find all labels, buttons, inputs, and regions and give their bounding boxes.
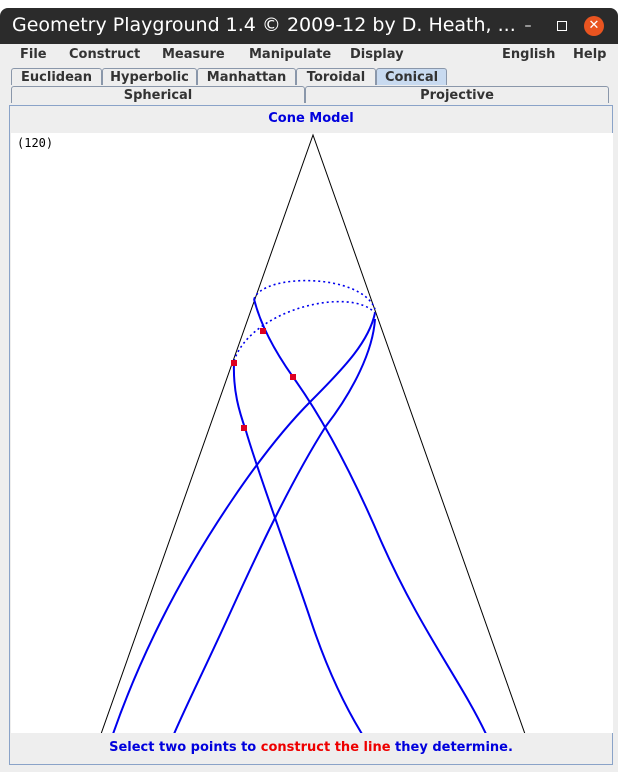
- tab-conical[interactable]: Conical: [376, 68, 447, 85]
- status-text-1: Select two points to: [109, 740, 261, 755]
- menu-english[interactable]: English: [502, 47, 555, 62]
- tab-toroidal[interactable]: Toroidal: [296, 68, 376, 85]
- status-text-2: they determine.: [390, 740, 513, 755]
- geometry-canvas[interactable]: (120): [11, 133, 613, 733]
- maximize-icon[interactable]: [552, 16, 572, 36]
- point[interactable]: [290, 374, 296, 380]
- line-curve-2[interactable]: [232, 362, 363, 733]
- menu-measure[interactable]: Measure: [162, 47, 225, 62]
- cone-model-panel: Cone Model (120) Select two points to co…: [9, 105, 613, 765]
- cone-rim-front-arc: [233, 300, 376, 362]
- point[interactable]: [260, 328, 266, 334]
- menu-display[interactable]: Display: [350, 47, 404, 62]
- status-text-highlight: construct the line: [260, 740, 391, 755]
- app-window: Geometry Playground 1.4 © 2009-12 by D. …: [0, 8, 618, 772]
- cone-drawing[interactable]: [11, 133, 613, 733]
- line-curve-4[interactable]: [173, 318, 376, 733]
- menu-help[interactable]: Help: [573, 47, 606, 62]
- menu-construct[interactable]: Construct: [69, 47, 140, 62]
- point[interactable]: [231, 360, 237, 366]
- menu-manipulate[interactable]: Manipulate: [249, 47, 331, 62]
- point[interactable]: [241, 425, 247, 431]
- tab-euclidean[interactable]: Euclidean: [11, 68, 102, 85]
- status-message: Select two points to construct the line …: [10, 734, 612, 762]
- line-curve-3[interactable]: [112, 312, 376, 733]
- panel-title: Cone Model: [268, 111, 354, 126]
- cone-outline: [100, 133, 526, 733]
- minimize-icon[interactable]: –: [518, 16, 538, 36]
- tab-spherical[interactable]: Spherical: [11, 86, 305, 103]
- tab-manhattan[interactable]: Manhattan: [197, 68, 296, 85]
- window-title: Geometry Playground 1.4 © 2009-12 by D. …: [12, 14, 516, 36]
- menu-file[interactable]: File: [20, 47, 47, 62]
- close-icon[interactable]: ✕: [584, 16, 604, 36]
- menu-bar: File Construct Measure Manipulate Displa…: [0, 44, 618, 66]
- line-curve-1[interactable]: [253, 298, 487, 733]
- tab-projective[interactable]: Projective: [305, 86, 609, 103]
- tab-hyperbolic[interactable]: Hyperbolic: [102, 68, 197, 85]
- cone-rim-back-arc: [253, 279, 376, 310]
- title-bar: Geometry Playground 1.4 © 2009-12 by D. …: [0, 8, 618, 44]
